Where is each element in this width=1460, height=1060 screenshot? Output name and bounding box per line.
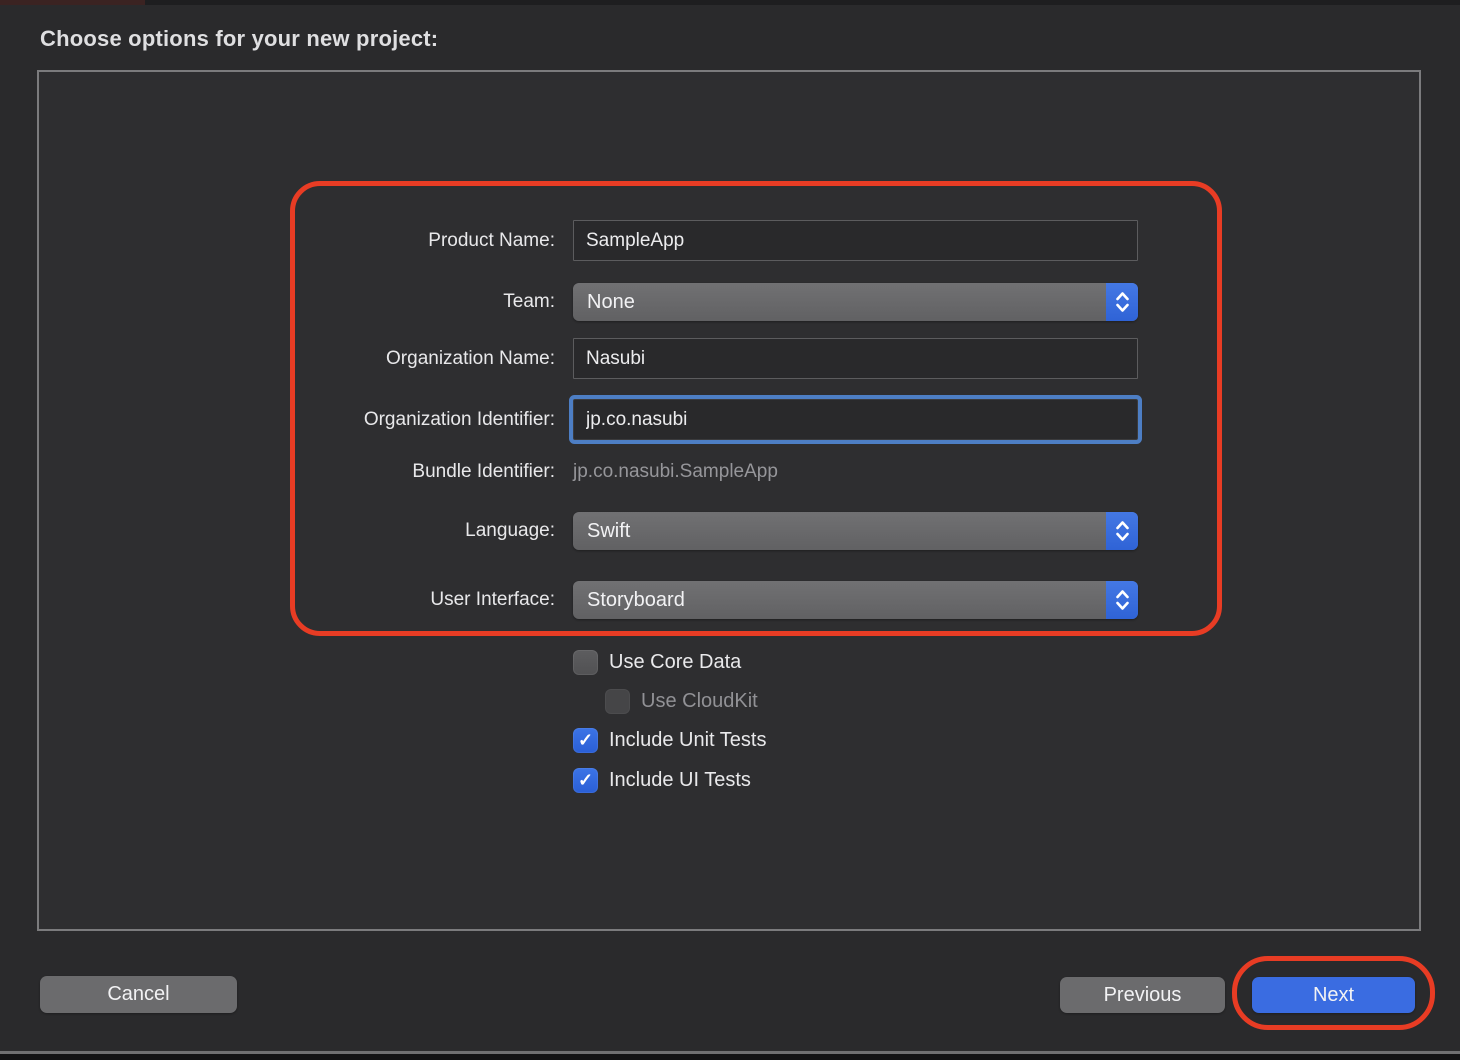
bundle-identifier-row: Bundle Identifier: jp.co.nasubi.SampleAp… [37,461,778,483]
organization-name-label: Organization Name: [386,347,555,369]
use-cloudkit-label: Use CloudKit [641,690,758,712]
chevron-up-down-icon [1106,581,1138,619]
include-ui-tests-label: Include UI Tests [609,769,751,791]
bundle-identifier-label: Bundle Identifier: [412,461,555,482]
window-top-edge [0,0,1460,5]
language-select-value: Swift [587,519,631,542]
chevron-up-down-icon [1106,512,1138,550]
new-project-options-dialog: Choose options for your new project: Pro… [0,0,1460,1060]
use-cloudkit-row: Use CloudKit [605,689,758,714]
product-name-row: Product Name: [37,220,1138,261]
include-ui-tests-row: Include UI Tests [573,768,751,793]
user-interface-select-value: Storyboard [587,588,685,611]
language-row: Language: Swift [37,512,1138,550]
next-button[interactable]: Next [1252,977,1415,1013]
use-core-data-row: Use Core Data [573,650,741,675]
organization-name-input[interactable] [573,338,1138,379]
include-unit-tests-checkbox[interactable] [573,728,598,753]
window-top-edge-red-segment [0,0,145,5]
product-name-input[interactable] [573,220,1138,261]
options-panel [37,70,1421,931]
user-interface-row: User Interface: Storyboard [37,581,1138,619]
product-name-label: Product Name: [428,229,555,251]
use-core-data-checkbox[interactable] [573,650,598,675]
use-core-data-label: Use Core Data [609,651,742,673]
organization-name-row: Organization Name: [37,338,1138,379]
team-select-value: None [587,290,635,313]
bundle-identifier-value: jp.co.nasubi.SampleApp [573,461,778,482]
organization-identifier-row: Organization Identifier: [37,399,1138,440]
team-label: Team: [503,291,555,312]
window-bottom-shadow [0,1054,1460,1060]
team-select[interactable]: None [573,283,1138,321]
use-cloudkit-checkbox [605,689,630,714]
language-label: Language: [465,520,555,541]
include-unit-tests-label: Include Unit Tests [609,729,767,751]
dialog-title: Choose options for your new project: [40,26,439,51]
include-ui-tests-checkbox[interactable] [573,768,598,793]
team-row: Team: None [37,283,1138,321]
language-select[interactable]: Swift [573,512,1138,550]
include-unit-tests-row: Include Unit Tests [573,728,767,753]
previous-button[interactable]: Previous [1060,977,1225,1013]
user-interface-select[interactable]: Storyboard [573,581,1138,619]
organization-identifier-input[interactable] [573,399,1138,440]
cancel-button[interactable]: Cancel [40,976,237,1013]
chevron-up-down-icon [1106,283,1138,321]
organization-identifier-label: Organization Identifier: [363,408,555,430]
user-interface-label: User Interface: [430,589,555,610]
